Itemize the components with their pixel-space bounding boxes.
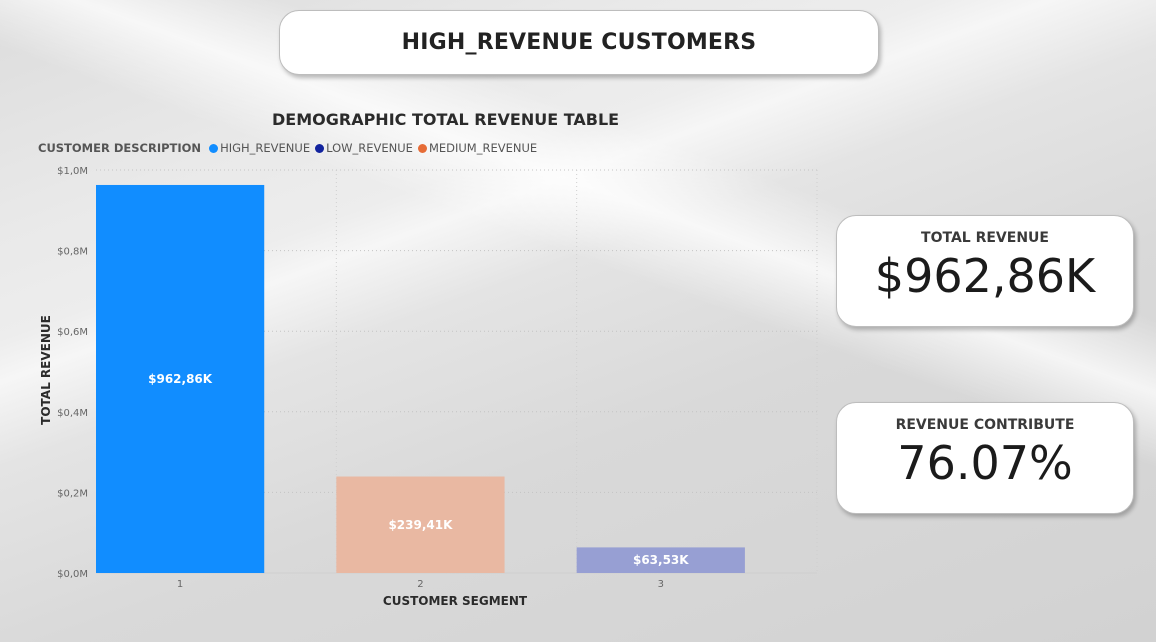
total-revenue-value: $962,86K — [874, 249, 1096, 303]
y-tick-label: $0,6M — [57, 327, 88, 338]
total-revenue-label: TOTAL REVENUE — [921, 230, 1049, 246]
x-tick-label: 2 — [417, 579, 423, 590]
revenue-contribute-card: REVENUE CONTRIBUTE 76.07% — [836, 402, 1134, 514]
y-tick-label: $0,4M — [57, 408, 88, 419]
x-tick-label: 3 — [658, 579, 664, 590]
revenue-contribute-value: 76.07% — [897, 436, 1073, 490]
x-axis-label: CUSTOMER SEGMENT — [383, 594, 528, 608]
y-tick-label: $0,2M — [57, 488, 88, 499]
y-axis-label: TOTAL REVENUE — [39, 315, 53, 425]
total-revenue-card: TOTAL REVENUE $962,86K — [836, 215, 1134, 327]
y-tick-label: $0,8M — [57, 247, 88, 258]
revenue-contribute-label: REVENUE CONTRIBUTE — [895, 417, 1075, 433]
bar-data-label: $239,41K — [388, 518, 453, 532]
y-tick-label: $1,0M — [57, 166, 88, 177]
bar-data-label: $962,86K — [148, 372, 213, 386]
y-tick-label: $0,0M — [57, 569, 88, 580]
bar-data-label: $63,53K — [633, 553, 689, 567]
x-tick-label: 1 — [177, 579, 183, 590]
